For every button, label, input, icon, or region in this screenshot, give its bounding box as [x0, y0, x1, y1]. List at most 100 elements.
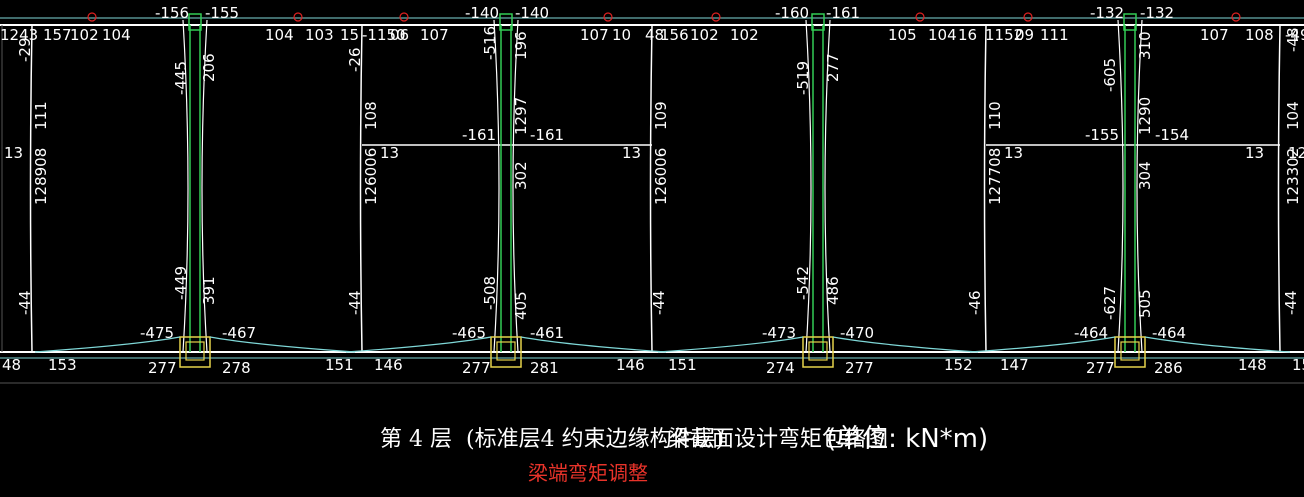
top-edge-label: 104 [102, 26, 131, 44]
top-edge-label: 15 [340, 26, 359, 44]
column-moment-label: 310 [1136, 31, 1154, 60]
mid-beam-label: 13 [380, 144, 399, 162]
column-moment-label: 505 [1136, 289, 1154, 318]
top-moment-label: -132 [1090, 4, 1124, 22]
column-moment-label: 127708 [986, 148, 1004, 205]
mid-beam-label: -161 [462, 126, 496, 144]
column-moment-label: 1297 [512, 97, 530, 135]
column-moment-label: -542 [794, 266, 812, 300]
top-edge-label: 104 [265, 26, 294, 44]
bottom-edge-label: 146 [374, 356, 403, 374]
top-edge-label: 102 [70, 26, 99, 44]
mid-beam-label: 13 [4, 144, 23, 162]
top-edge-label: 102 [730, 26, 759, 44]
column-moment-label: 108 [362, 101, 380, 130]
column-moment-label: -26 [346, 48, 364, 73]
column-moment-label: -445 [172, 61, 190, 95]
column-moment-label: 111 [32, 101, 50, 130]
bottom-edge-label: 274 [766, 359, 795, 377]
column-moment-label: -44 [650, 291, 668, 316]
bottom-edge-label: 153 [48, 356, 77, 374]
column-moment-label: -519 [794, 61, 812, 95]
column-moment-label: -627 [1101, 286, 1119, 320]
top-edge-label: 09 [1015, 26, 1034, 44]
column-moment-label: -44 [1282, 291, 1300, 316]
bottom-moment-label: -461 [530, 324, 564, 342]
top-moment-label: -160 [775, 4, 809, 22]
column-moment-label: 304 [1136, 161, 1154, 190]
column-moment-label: 109 [652, 101, 670, 130]
column-moment-label: 196 [512, 31, 530, 60]
top-edge-label: 107 [420, 26, 449, 44]
bottom-edge-label: 151 [668, 356, 697, 374]
beam-moment-envelope-diagram: -156 -155 -140 -140 -160 -161 -132 -132 1243 157… [0, 0, 1304, 497]
bottom-moment-label: -464 [1074, 324, 1108, 342]
top-edge-label: 107 [580, 26, 609, 44]
column-moment-label: 486 [824, 276, 842, 305]
mid-beam-label: -155 [1085, 126, 1119, 144]
top-edge-label: 10 [612, 26, 631, 44]
top-moment-label: -161 [826, 4, 860, 22]
top-edge-label: 103 [305, 26, 334, 44]
top-edge-label: 156 [660, 26, 689, 44]
column-moment-label: -508 [481, 276, 499, 310]
top-edge-label: 108 [1245, 26, 1274, 44]
drawing-title: 第 4 层 [380, 427, 452, 452]
column-moment-label: -44 [346, 291, 364, 316]
column-moment-label: 110 [986, 101, 1004, 130]
mid-beam-label: 13 [1245, 144, 1264, 162]
bottom-edge-label: 281 [530, 359, 559, 377]
top-edge-label: 104 [928, 26, 957, 44]
column-moment-label: -48 [1284, 28, 1302, 53]
bottom-edge-label: 147 [1000, 356, 1029, 374]
bottom-edge-label: 15 [1292, 356, 1304, 374]
bottom-edge-label: 277 [1086, 359, 1115, 377]
top-moment-label: -156 [155, 4, 189, 22]
mid-beam-label: -161 [530, 126, 564, 144]
bottom-edge-label: 286 [1154, 359, 1183, 377]
bottom-edge-label: 152 [944, 356, 973, 374]
top-edge-label: 107 [1200, 26, 1229, 44]
column-moment-label: -516 [481, 26, 499, 60]
column-moment-label: -44 [16, 291, 34, 316]
column-moment-label: 128908 [32, 148, 50, 205]
bottom-edge-label: 277 [462, 359, 491, 377]
bottom-edge-label: 48 [2, 356, 21, 374]
top-moment-label: -132 [1140, 4, 1174, 22]
mid-beam-label: -154 [1155, 126, 1189, 144]
top-edge-label: 105 [888, 26, 917, 44]
drawing-title-unit: (单位: kN*m) [826, 424, 988, 454]
column-moment-label: 123302 [1284, 148, 1302, 205]
bottom-moment-label: -470 [840, 324, 874, 342]
column-moment-label: 1290 [1136, 97, 1154, 135]
mid-beam-label: 13 [1004, 144, 1023, 162]
column-moment-label: -605 [1101, 58, 1119, 92]
column-moment-label: 126006 [652, 148, 670, 205]
column-moment-label: -46 [966, 291, 984, 316]
top-edge-label: 16 [958, 26, 977, 44]
bottom-edge-label: 148 [1238, 356, 1267, 374]
drawing-subtitle: 梁端弯矩调整 [528, 461, 648, 485]
column-moment-label: 206 [200, 53, 218, 82]
bottom-edge-label: 277 [845, 359, 874, 377]
top-moment-label: -140 [515, 4, 549, 22]
bottom-edge-label: 146 [616, 356, 645, 374]
top-edge-label: 06 [390, 26, 409, 44]
bottom-moment-label: -464 [1152, 324, 1186, 342]
top-edge-label: 1243 157 [0, 26, 72, 44]
mid-beam-label: 13 [622, 144, 641, 162]
bottom-moment-label: -473 [762, 324, 796, 342]
column-moment-label: 277 [824, 53, 842, 82]
bottom-edge-label: 151 [325, 356, 354, 374]
column-moment-label: 405 [512, 291, 530, 320]
bottom-edge-label: 278 [222, 359, 251, 377]
column-moment-label: -449 [172, 266, 190, 300]
bottom-moment-label: -465 [452, 324, 486, 342]
top-edge-label: 111 [1040, 26, 1069, 44]
top-moment-label: -140 [465, 4, 499, 22]
top-moment-label: -155 [205, 4, 239, 22]
column-moment-label: 126006 [362, 148, 380, 205]
bottom-moment-label: -467 [222, 324, 256, 342]
bottom-moment-label: -475 [140, 324, 174, 342]
column-moment-label: 302 [512, 161, 530, 190]
